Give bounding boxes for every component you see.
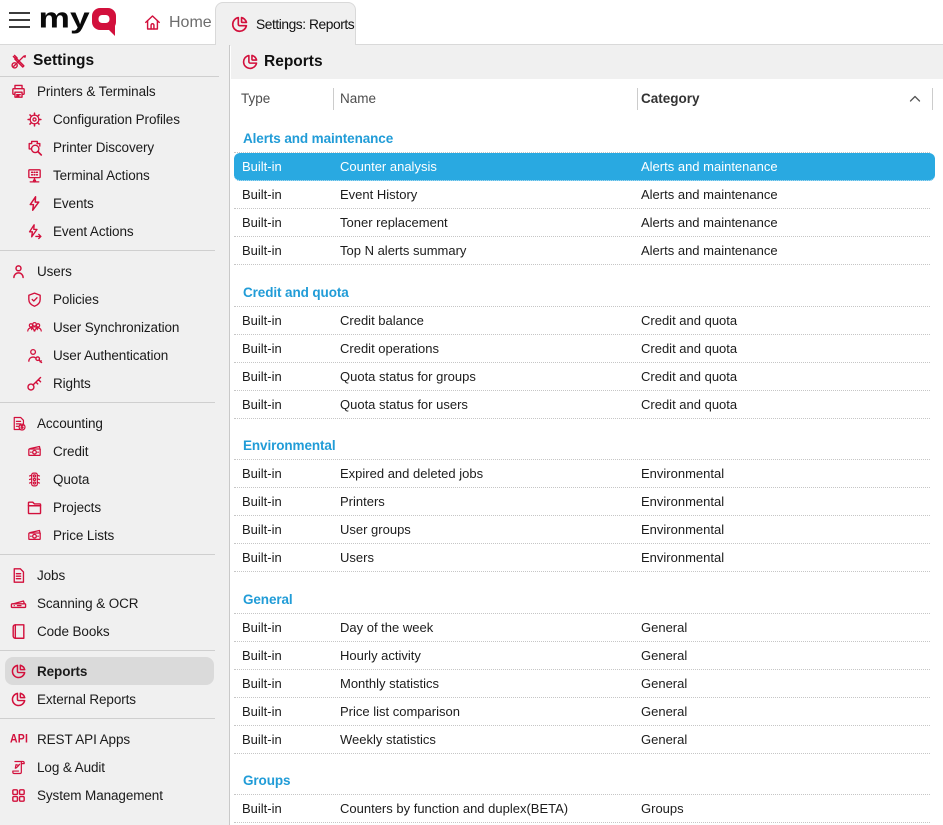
- svg-text:my: my: [39, 2, 90, 34]
